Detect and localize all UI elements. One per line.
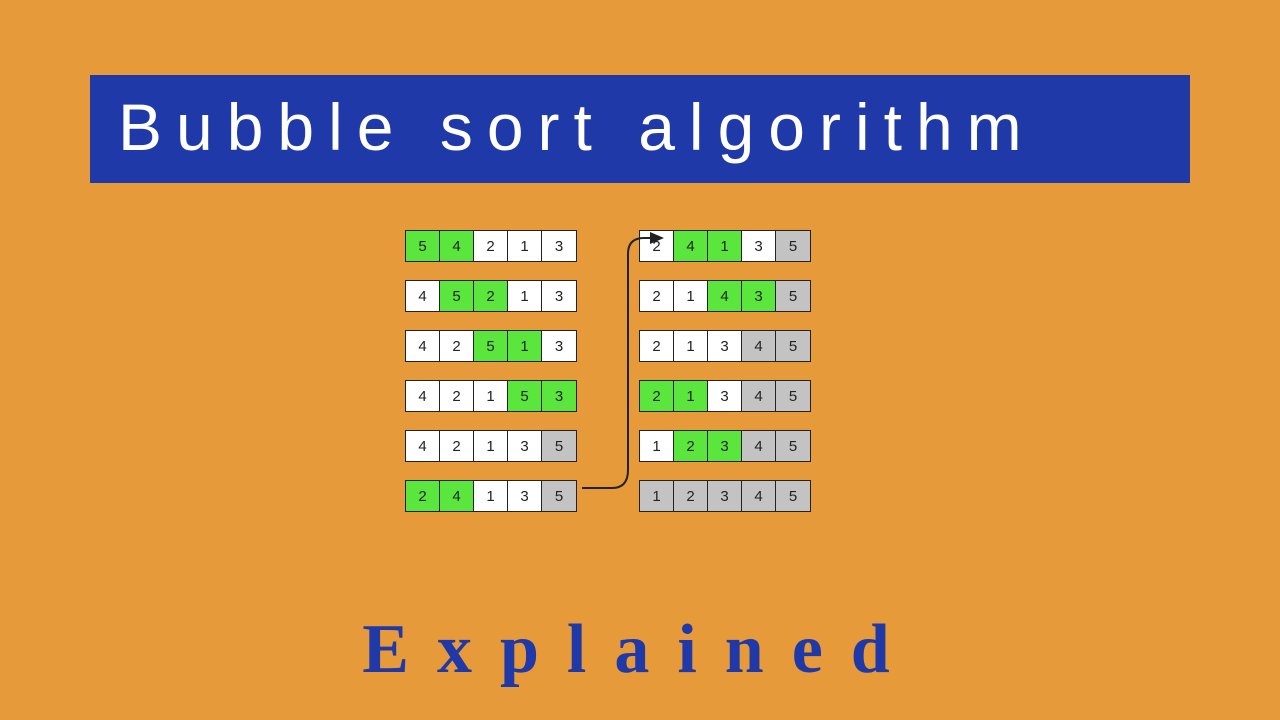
array-row: 24135 (405, 480, 577, 512)
array-cell: 1 (474, 381, 508, 411)
array-row: 24135 (639, 230, 811, 262)
array-cell: 5 (542, 481, 576, 511)
array-cell: 5 (440, 281, 474, 311)
array-cell: 1 (674, 381, 708, 411)
array-cell: 4 (406, 331, 440, 361)
array-row: 42153 (405, 380, 577, 412)
array-cell: 3 (542, 381, 576, 411)
diagram-right-column: 241352143521345213451234512345 (639, 230, 811, 512)
array-row: 42135 (405, 430, 577, 462)
array-cell: 2 (640, 381, 674, 411)
array-cell: 1 (474, 431, 508, 461)
subtitle-text: Explained (0, 610, 1280, 690)
array-cell: 3 (508, 431, 542, 461)
title-banner: Bubble sort algorithm (90, 75, 1190, 183)
array-cell: 4 (742, 381, 776, 411)
diagram-left-column: 542134521342513421534213524135 (405, 230, 577, 512)
array-cell: 3 (708, 331, 742, 361)
array-cell: 3 (708, 481, 742, 511)
array-cell: 3 (708, 431, 742, 461)
array-cell: 1 (508, 281, 542, 311)
sort-diagram: 542134521342513421534213524135 241352143… (405, 230, 811, 512)
array-cell: 5 (776, 431, 810, 461)
array-cell: 3 (542, 331, 576, 361)
array-row: 12345 (639, 480, 811, 512)
array-cell: 4 (742, 481, 776, 511)
array-cell: 1 (708, 231, 742, 261)
array-cell: 5 (776, 231, 810, 261)
array-cell: 2 (640, 281, 674, 311)
array-cell: 2 (440, 381, 474, 411)
array-cell: 4 (440, 231, 474, 261)
array-row: 12345 (639, 430, 811, 462)
array-cell: 4 (406, 431, 440, 461)
array-cell: 2 (406, 481, 440, 511)
array-cell: 5 (776, 381, 810, 411)
array-row: 54213 (405, 230, 577, 262)
array-cell: 2 (474, 231, 508, 261)
array-cell: 5 (776, 481, 810, 511)
array-cell: 1 (508, 231, 542, 261)
array-cell: 1 (474, 481, 508, 511)
array-cell: 2 (440, 331, 474, 361)
array-cell: 4 (406, 281, 440, 311)
array-cell: 2 (674, 481, 708, 511)
array-cell: 4 (742, 431, 776, 461)
array-cell: 3 (508, 481, 542, 511)
array-cell: 2 (440, 431, 474, 461)
array-cell: 4 (406, 381, 440, 411)
array-cell: 4 (708, 281, 742, 311)
array-cell: 4 (440, 481, 474, 511)
array-cell: 1 (674, 281, 708, 311)
array-row: 21345 (639, 330, 811, 362)
array-cell: 1 (508, 331, 542, 361)
array-cell: 2 (640, 231, 674, 261)
array-cell: 5 (776, 331, 810, 361)
array-cell: 3 (742, 231, 776, 261)
array-cell: 2 (674, 431, 708, 461)
array-cell: 5 (474, 331, 508, 361)
array-row: 42513 (405, 330, 577, 362)
array-cell: 3 (542, 281, 576, 311)
array-cell: 1 (674, 331, 708, 361)
array-cell: 1 (640, 431, 674, 461)
array-row: 45213 (405, 280, 577, 312)
array-cell: 1 (640, 481, 674, 511)
array-row: 21435 (639, 280, 811, 312)
array-cell: 3 (742, 281, 776, 311)
array-cell: 2 (640, 331, 674, 361)
array-row: 21345 (639, 380, 811, 412)
array-cell: 3 (542, 231, 576, 261)
array-cell: 2 (474, 281, 508, 311)
array-cell: 5 (542, 431, 576, 461)
array-cell: 3 (708, 381, 742, 411)
array-cell: 5 (508, 381, 542, 411)
array-cell: 5 (776, 281, 810, 311)
array-cell: 5 (406, 231, 440, 261)
array-cell: 4 (742, 331, 776, 361)
array-cell: 4 (674, 231, 708, 261)
title-text: Bubble sort algorithm (118, 90, 1036, 164)
